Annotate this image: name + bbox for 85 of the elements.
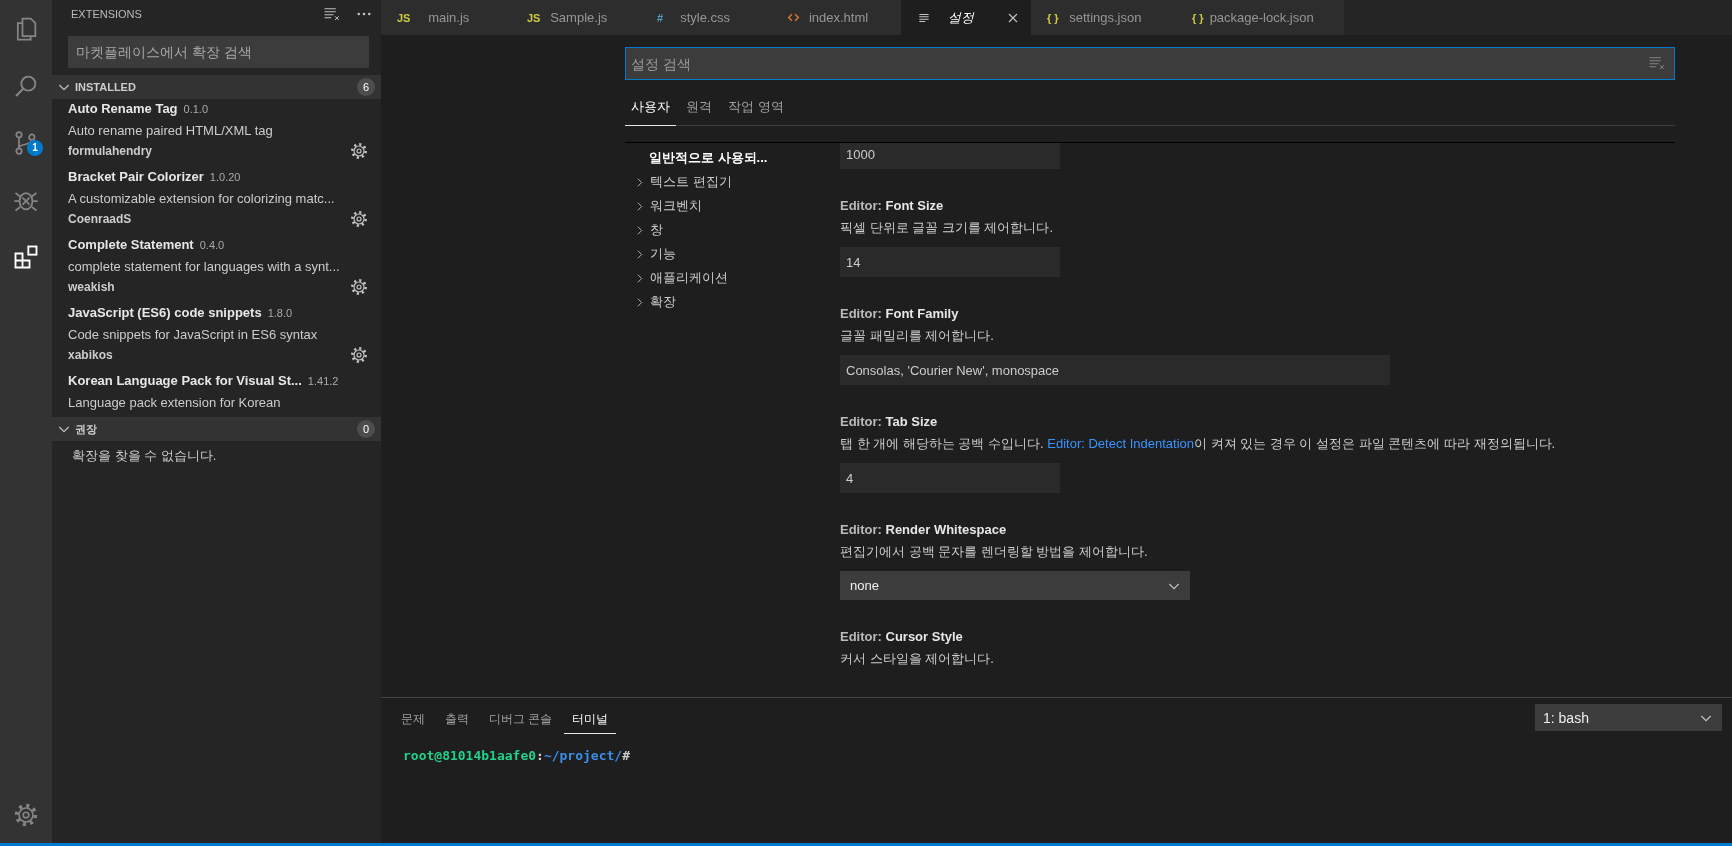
toc-item[interactable]: 텍스트 편집기 xyxy=(625,170,840,194)
extension-description: Language pack extension for Korean xyxy=(68,394,282,412)
extension-version: 1.0.20 xyxy=(209,171,241,183)
gear-icon[interactable] xyxy=(349,277,369,297)
extension-version: 0.4.0 xyxy=(199,239,225,251)
extension-name: JavaScript (ES6) code snippets xyxy=(68,305,262,320)
editor-tab[interactable]: index.html xyxy=(771,0,901,35)
extension-item[interactable]: Bracket Pair Colorizer 1.0.20 A customizable extension for colorizing matc... CoenraadS xyxy=(52,167,381,235)
settings-search-field[interactable]: 설정 검색 xyxy=(625,47,1675,80)
count-badge: 0 xyxy=(357,420,375,438)
setting-description: 픽셀 단위로 글꼴 크기를 제어합니다. xyxy=(840,219,1055,237)
extension-publisher: formulahendry xyxy=(68,144,152,158)
toc-item[interactable]: 애플리케이션 xyxy=(625,266,840,290)
number-field[interactable]: 1000 xyxy=(840,143,1060,169)
code-icon xyxy=(787,11,800,24)
file-type-icon: JS xyxy=(527,11,541,24)
scope-tab[interactable]: 사용자 xyxy=(625,88,676,126)
setting-link[interactable]: Editor: Detect Indentation xyxy=(1047,436,1194,451)
number-field[interactable]: 4 xyxy=(840,463,1060,493)
dropdown[interactable]: none xyxy=(840,571,1190,600)
count-badge: 6 xyxy=(357,78,375,96)
file-type-icon: JS xyxy=(397,11,411,24)
extension-description: A customizable extension for colorizing matc... xyxy=(68,190,336,208)
section-title: INSTALLED xyxy=(75,81,137,93)
editor-tab[interactable]: { } package-lock.json xyxy=(1176,0,1344,35)
scope-tab[interactable]: 작업 영역 xyxy=(722,88,790,126)
terminal-prompt: root@81014b1aafe0:~/project/# xyxy=(403,748,630,763)
extension-item[interactable]: JavaScript (ES6) code snippets 1.8.0 Code snippets for JavaScript in ES6 syntax xabikos xyxy=(52,303,381,371)
extension-name: Auto Rename Tag xyxy=(68,101,178,116)
editor-tab[interactable]: # style.css xyxy=(641,0,771,35)
panel-tab[interactable]: 디버그 콘솔 xyxy=(481,707,561,734)
extension-description: Code snippets for JavaScript in ES6 syntax xyxy=(68,326,319,344)
panel-title: EXTENSIONS xyxy=(71,8,143,20)
setting-description: 편집기에서 공백 문자를 렌더링할 방법을 제어합니다. xyxy=(840,543,1149,561)
extension-publisher: xabikos xyxy=(68,348,113,362)
setting-title: Editor: Tab Size xyxy=(840,413,939,431)
search-field[interactable]: 마켓플레이스에서 확장 검색 xyxy=(68,36,369,68)
toc-item[interactable]: 창 xyxy=(625,218,840,242)
setting-description: 커서 스타일을 제어합니다. xyxy=(840,650,995,668)
section-header[interactable]: 권장 0 xyxy=(52,417,381,441)
number-field[interactable]: 14 xyxy=(840,247,1060,277)
count-badge: 1 xyxy=(27,140,43,156)
file-type-icon: # xyxy=(657,11,664,24)
extension-publisher: CoenraadS xyxy=(68,212,132,226)
extension-name: Korean Language Pack for Visual St... xyxy=(68,373,302,388)
terminal-dropdown[interactable]: 1: bash xyxy=(1535,704,1722,731)
extension-name: Bracket Pair Colorizer xyxy=(68,169,204,184)
setting-description: 탭 한 개에 해당하는 공백 수입니다. Editor: Detect Indentation이 켜져 있는 경우 이 설정은 파일 콘텐츠에 따라 재정의됩니다. xyxy=(840,435,1557,453)
toc-item[interactable]: 확장 xyxy=(625,290,840,314)
section-header[interactable]: INSTALLED 6 xyxy=(52,75,381,99)
toc-item[interactable]: 일반적으로 사용되... xyxy=(625,146,840,170)
text-field[interactable]: Consolas, 'Courier New', monospace xyxy=(840,355,1390,385)
extension-item[interactable]: Complete Statement 0.4.0 complete statement for languages with a synt... weakish xyxy=(52,235,381,303)
setting-title: Editor: Cursor Style xyxy=(840,628,964,646)
editor-tab[interactable]: JS Sample.js xyxy=(511,0,641,35)
file-type-icon: { } xyxy=(1192,11,1204,24)
clear-list-icon[interactable] xyxy=(323,5,341,23)
empty-message: 확장을 찾을 수 없습니다. xyxy=(71,447,218,465)
editor-tab[interactable]: { } settings.json xyxy=(1031,0,1176,35)
extension-name: Complete Statement xyxy=(68,237,194,252)
extension-description: complete statement for languages with a synt... xyxy=(68,258,341,276)
toc-item[interactable]: 기능 xyxy=(625,242,840,266)
gear-icon[interactable] xyxy=(349,209,369,229)
editor-tab[interactable]: 설정 xyxy=(901,0,1031,35)
extension-version: 0.1.0 xyxy=(183,103,209,115)
panel-tab[interactable]: 터미널 xyxy=(564,707,617,734)
section-title: 권장 xyxy=(75,421,98,437)
setting-title: Editor: Font Family xyxy=(840,305,960,323)
extension-description: Auto rename paired HTML/XML tag xyxy=(68,122,274,140)
scope-tab[interactable]: 원격 xyxy=(680,88,718,126)
extension-item[interactable]: Korean Language Pack for Visual St... 1.41.2 Language pack extension for Korean xyxy=(52,371,381,417)
extension-version: 1.41.2 xyxy=(307,375,339,387)
gear-icon[interactable] xyxy=(349,141,369,161)
panel-tab[interactable]: 출력 xyxy=(437,707,477,734)
editor-tab[interactable]: JS main.js xyxy=(381,0,511,35)
setting-title: Editor: Render Whitespace xyxy=(840,521,1008,539)
extension-publisher: weakish xyxy=(68,280,115,294)
file-type-icon: { } xyxy=(1047,11,1059,24)
setting-title: Editor: Font Size xyxy=(840,197,945,215)
gear-icon[interactable] xyxy=(349,345,369,365)
extension-version: 1.8.0 xyxy=(267,307,293,319)
setting-description: 글꼴 패밀리를 제어합니다. xyxy=(840,327,995,345)
extension-item[interactable]: Auto Rename Tag 0.1.0 Auto rename paired HTML/XML tag formulahendry xyxy=(52,99,381,167)
panel-tab[interactable]: 문제 xyxy=(393,707,433,734)
toc-item[interactable]: 워크벤치 xyxy=(625,194,840,218)
